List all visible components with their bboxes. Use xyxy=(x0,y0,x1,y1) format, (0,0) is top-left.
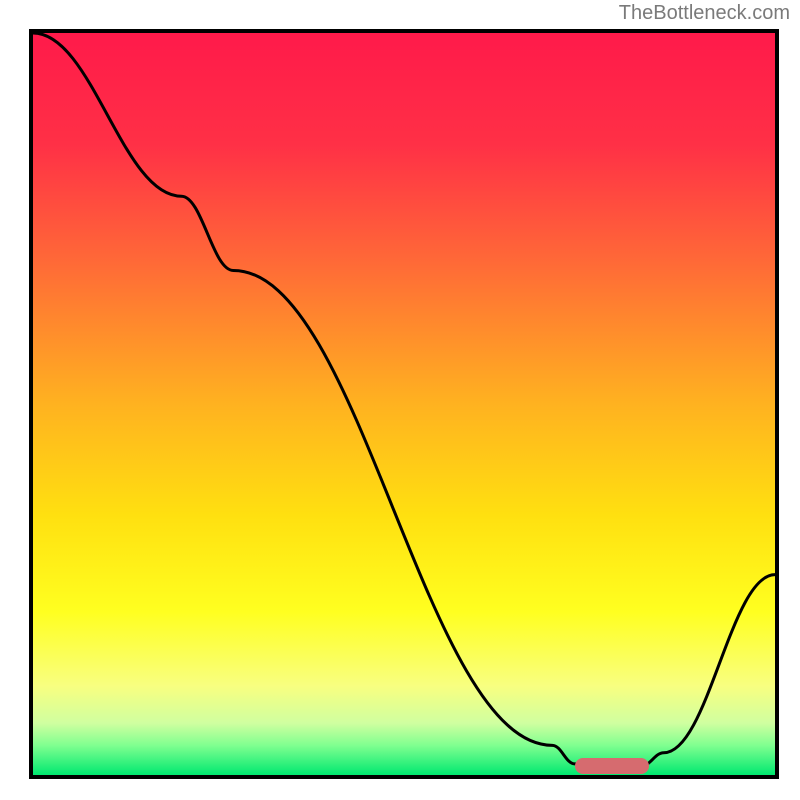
optimal-range-marker xyxy=(575,758,649,774)
chart-plot-area xyxy=(29,29,779,779)
watermark-text: TheBottleneck.com xyxy=(619,2,790,25)
bottleneck-curve xyxy=(33,33,775,775)
